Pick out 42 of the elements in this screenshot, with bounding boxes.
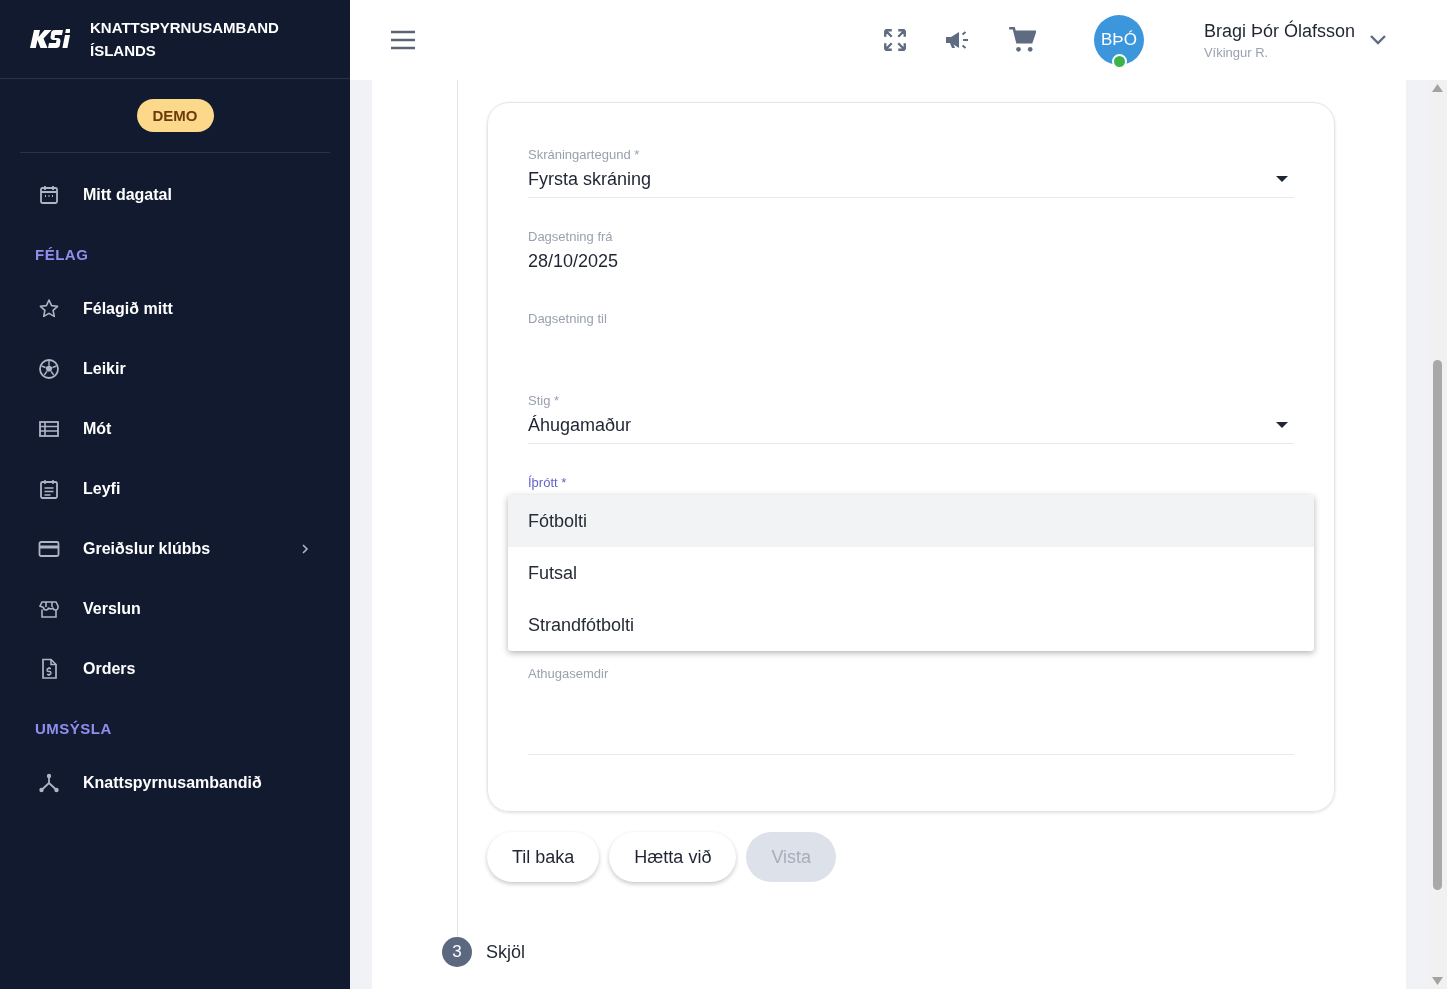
document-icon [37,477,61,501]
dropdown-option[interactable]: Fótbolti [508,495,1314,547]
sidebar-item[interactable]: Orders [0,639,350,699]
sidebar-section-title: FÉLAG [34,244,90,265]
network-icon [37,771,61,795]
sidebar-item[interactable]: Knattspyrnusambandið [0,753,350,813]
sidebar-item[interactable]: Leikir [0,339,350,399]
user-name: Bragi Þór Ólafsson [1203,20,1355,42]
soccer-ball-icon [37,357,61,381]
select-field[interactable]: Fyrsta skráning [528,165,1294,198]
user-club: Víkingur R. [1203,44,1270,60]
form-button[interactable]: Hætta við [609,832,737,882]
caret-icon [1276,422,1288,428]
cart-icon[interactable] [1007,26,1036,54]
field-label: Athugasemdir [528,665,609,683]
date-field[interactable]: 28/10/2025 [528,247,1294,279]
dropdown-option[interactable]: Futsal [508,547,1314,599]
demo-badge: DEMO [136,99,214,132]
sidebar-item[interactable]: Verslun [0,579,350,639]
brand-title: KNATTSPYRNUSAMBAND ÍSLANDS [90,18,280,61]
field-label: Stig * [528,392,560,410]
expand-icon[interactable] [881,27,908,53]
field-label: Dagsetning frá [528,228,613,246]
field-label: Íþrótt * [528,474,567,492]
sidebar-item[interactable]: Leyfi [0,459,350,519]
calendar-icon [37,183,61,207]
sidebar-item[interactable]: Mitt dagatal [0,165,350,225]
field-label: Dagsetning til [528,310,607,328]
step-title: Skjöl [486,941,525,963]
chevron-down-icon[interactable] [1369,34,1387,46]
sidebar-item[interactable]: Mót [0,399,350,459]
form-button[interactable]: Til baka [487,832,600,882]
sidebar-section-title: UMSÝSLA [34,718,113,739]
step-number: 3 [442,937,472,967]
sidebar-item[interactable]: Greiðslur klúbbs [0,519,350,579]
caret-icon [1276,176,1288,182]
select-field[interactable]: Áhugamaður [528,411,1294,444]
logo [30,28,70,50]
sidebar-item[interactable]: Félagið mitt [0,279,350,339]
dropdown-option[interactable]: Strandfótbolti [508,599,1314,651]
menu-icon[interactable] [390,30,416,50]
field-label: Skráningartegund * [528,146,640,164]
